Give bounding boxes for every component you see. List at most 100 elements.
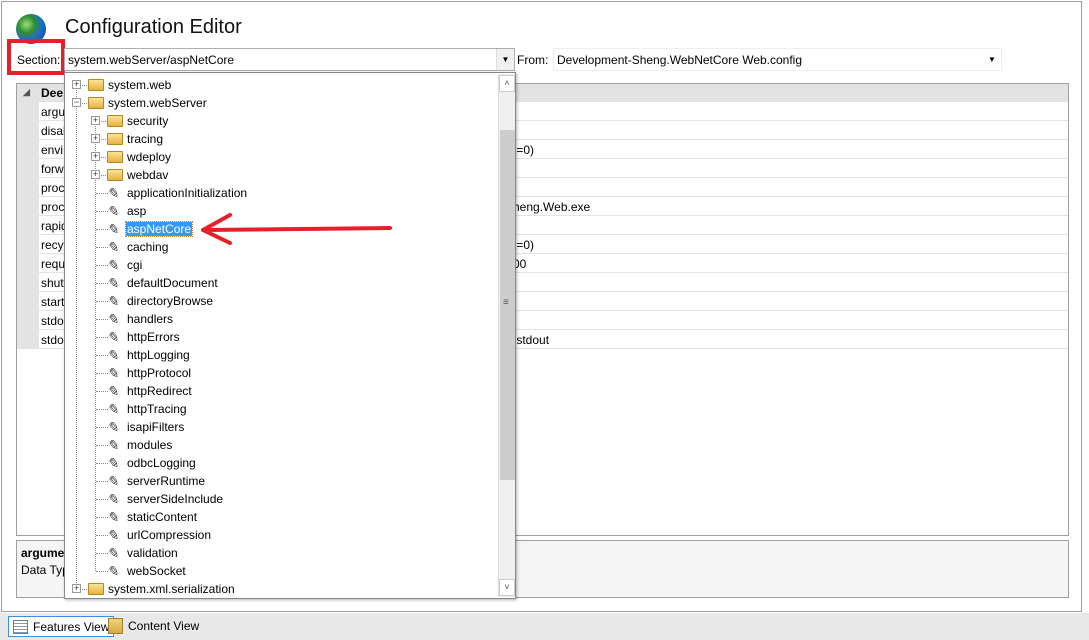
- tree-line: [96, 211, 108, 212]
- tree-item[interactable]: ✎ isapiFilters: [65, 418, 495, 436]
- tree-line: [96, 445, 108, 446]
- tree-item[interactable]: ✎ serverRuntime: [65, 472, 495, 490]
- tree-item[interactable]: ✎ defaultDocument: [65, 274, 495, 292]
- from-dropdown-button[interactable]: ▼: [983, 49, 1001, 70]
- tree-item[interactable]: ✎ webSocket: [65, 562, 495, 580]
- folder-icon: [107, 169, 123, 181]
- property-value[interactable]: t=0): [513, 143, 534, 157]
- expand-icon[interactable]: +: [72, 584, 81, 593]
- tree-line: [96, 283, 108, 284]
- section-tree-dropdown[interactable]: + system.web − system.webServer + security + tr…: [64, 72, 516, 599]
- folder-icon: [88, 583, 104, 595]
- tree-item[interactable]: ✎ odbcLogging: [65, 454, 495, 472]
- expand-icon[interactable]: +: [91, 116, 100, 125]
- tree-item[interactable]: + wdeploy: [65, 148, 495, 166]
- row-gutter: [17, 216, 39, 235]
- tree-item-label: system.webServer: [108, 96, 207, 110]
- tree-item-label: wdeploy: [127, 150, 172, 164]
- grid-group-label: Dee: [41, 86, 64, 100]
- tree-scrollbar[interactable]: ˄ ≡ ˅: [498, 74, 515, 597]
- bottom-bar: Features View Content View: [0, 613, 1089, 640]
- tree-item[interactable]: + system.xml.serialization: [65, 580, 495, 598]
- expand-icon[interactable]: +: [91, 134, 100, 143]
- tree-line: [96, 427, 108, 428]
- tree-item-label: cgi: [127, 258, 143, 272]
- property-name: requ: [41, 257, 66, 271]
- tree-item[interactable]: ✎ validation: [65, 544, 495, 562]
- section-pen-icon: ✎: [106, 509, 122, 525]
- section-dropdown-button[interactable]: ▼: [496, 49, 514, 70]
- tree-item-label: directoryBrowse: [127, 294, 214, 308]
- grip-icon: ≡: [503, 297, 509, 308]
- property-name: recy: [41, 238, 64, 252]
- expand-icon[interactable]: +: [91, 152, 100, 161]
- row-gutter: [17, 330, 39, 349]
- tree-item-label: tracing: [127, 132, 164, 146]
- tree-item[interactable]: + system.web: [65, 76, 495, 94]
- tree-item[interactable]: ✎ httpRedirect: [65, 382, 495, 400]
- tree-line: [96, 355, 108, 356]
- tree-line: [96, 247, 108, 248]
- tree-item-label: caching: [127, 240, 169, 254]
- property-name: argu: [41, 105, 66, 119]
- property-value[interactable]: heng.Web.exe: [513, 200, 590, 214]
- features-view-label: Features View: [33, 620, 110, 634]
- expand-icon[interactable]: +: [72, 80, 81, 89]
- scroll-thumb[interactable]: ≡: [500, 130, 515, 480]
- tree-line: [96, 319, 108, 320]
- row-gutter: [17, 159, 39, 178]
- property-name: shut: [41, 276, 64, 290]
- tree-item[interactable]: ✎ staticContent: [65, 508, 495, 526]
- tree-item[interactable]: ✎ handlers: [65, 310, 495, 328]
- features-view-button[interactable]: Features View: [8, 616, 115, 637]
- section-pen-icon: ✎: [106, 329, 122, 345]
- expand-icon[interactable]: +: [91, 170, 100, 179]
- tree-item[interactable]: ✎ serverSideInclude: [65, 490, 495, 508]
- section-pen-icon: ✎: [106, 203, 122, 219]
- collapse-icon[interactable]: ◢: [23, 87, 30, 98]
- content-view-button[interactable]: Content View: [104, 616, 203, 637]
- section-combo[interactable]: system.webServer/aspNetCore ▼: [64, 48, 515, 71]
- tree-item[interactable]: ✎ httpTracing: [65, 400, 495, 418]
- row-gutter: [17, 102, 39, 121]
- section-pen-icon: ✎: [106, 437, 122, 453]
- from-combo[interactable]: Development-Sheng.WebNetCore Web.config …: [553, 48, 1002, 71]
- tree-item-label: system.xml.serialization: [108, 582, 235, 596]
- tree-item-label: urlCompression: [127, 528, 212, 542]
- row-gutter: [17, 140, 39, 159]
- tree-item[interactable]: + webdav: [65, 166, 495, 184]
- tree-item[interactable]: ✎ httpLogging: [65, 346, 495, 364]
- property-value[interactable]: .stdout: [513, 333, 549, 347]
- tree-item-label: httpProtocol: [127, 366, 192, 380]
- property-name: proc: [41, 181, 65, 195]
- tree-item[interactable]: ✎ httpErrors: [65, 328, 495, 346]
- tree-item-label: system.web: [108, 78, 172, 92]
- folder-icon: [88, 79, 104, 91]
- highlight-box: [7, 39, 65, 75]
- content-view-icon: [108, 618, 123, 634]
- section-pen-icon: ✎: [106, 491, 122, 507]
- section-pen-icon: ✎: [106, 365, 122, 381]
- section-pen-icon: ✎: [106, 239, 122, 255]
- tree-item[interactable]: ✎ applicationInitialization: [65, 184, 495, 202]
- tree-item[interactable]: ✎ urlCompression: [65, 526, 495, 544]
- tree-line: [96, 517, 108, 518]
- row-gutter: [17, 235, 39, 254]
- scroll-down-icon[interactable]: ˅: [499, 579, 515, 596]
- tree-item-label: asp: [127, 204, 147, 218]
- property-value[interactable]: t=0): [513, 238, 534, 252]
- scroll-up-icon[interactable]: ˄: [499, 75, 515, 92]
- tree-item[interactable]: + security: [65, 112, 495, 130]
- collapse-icon[interactable]: −: [72, 98, 81, 107]
- tree-item-label: aspNetCore: [124, 221, 194, 237]
- tree-item[interactable]: ✎ modules: [65, 436, 495, 454]
- tree-item[interactable]: ✎ cgi: [65, 256, 495, 274]
- tree-item[interactable]: − system.webServer: [65, 94, 495, 112]
- tree-line: [96, 229, 108, 230]
- tree-item[interactable]: + tracing: [65, 130, 495, 148]
- tree-item[interactable]: ✎ directoryBrowse: [65, 292, 495, 310]
- tree-item-label: defaultDocument: [127, 276, 218, 290]
- row-gutter: [17, 197, 39, 216]
- features-view-icon: [13, 620, 28, 634]
- tree-item[interactable]: ✎ httpProtocol: [65, 364, 495, 382]
